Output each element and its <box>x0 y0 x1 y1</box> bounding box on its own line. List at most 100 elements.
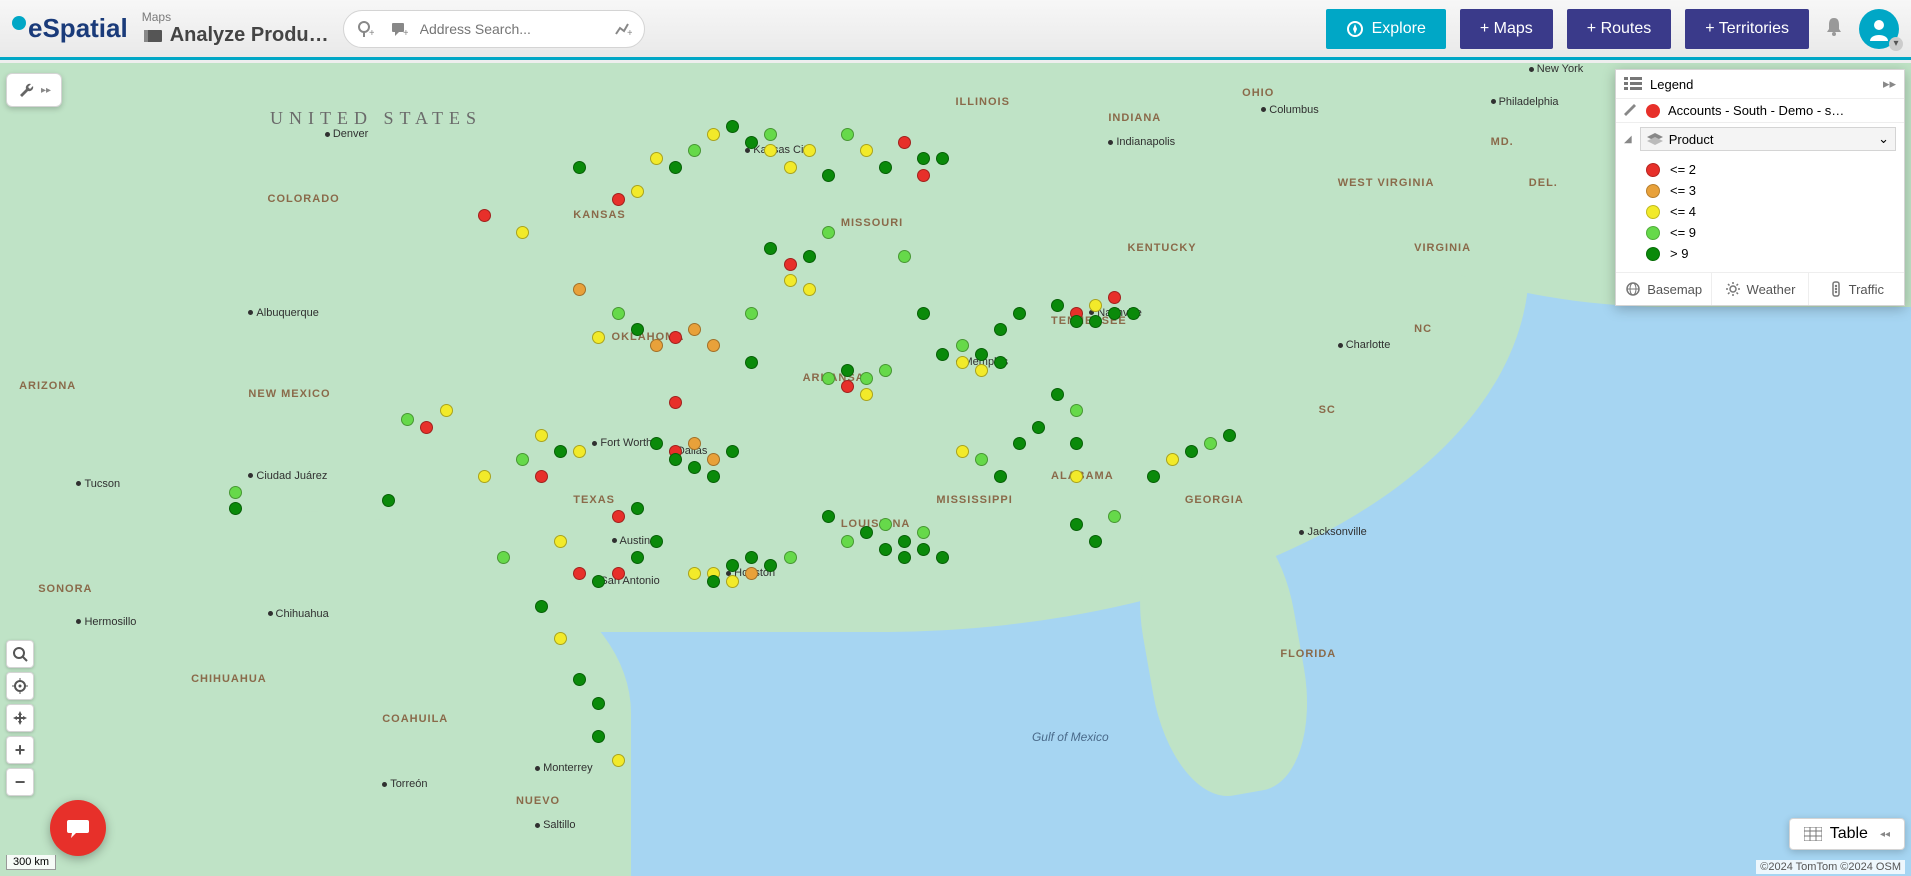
data-point[interactable] <box>822 169 835 182</box>
data-point[interactable] <box>650 437 663 450</box>
map-title[interactable]: Analyze Produ… <box>142 24 329 47</box>
chat-button[interactable] <box>50 800 106 856</box>
style-by-select[interactable]: Product ⌄ <box>1640 127 1896 151</box>
data-point[interactable] <box>1070 470 1083 483</box>
maps-button[interactable]: + Maps <box>1460 9 1553 49</box>
data-point[interactable] <box>478 209 491 222</box>
add-pin-icon[interactable]: + <box>348 14 382 44</box>
data-point[interactable] <box>440 404 453 417</box>
data-point[interactable] <box>1051 299 1064 312</box>
data-point[interactable] <box>573 161 586 174</box>
data-point[interactable] <box>956 445 969 458</box>
zoom-in-button[interactable]: + <box>6 736 34 764</box>
weather-button[interactable]: Weather <box>1712 273 1808 305</box>
data-point[interactable] <box>784 274 797 287</box>
data-point[interactable] <box>707 470 720 483</box>
legend-layer-row[interactable]: Accounts - South - Demo - s… <box>1616 99 1904 123</box>
data-point[interactable] <box>784 551 797 564</box>
territories-button[interactable]: + Territories <box>1685 9 1809 49</box>
data-point[interactable] <box>612 567 625 580</box>
legend-item[interactable]: <= 3 <box>1646 180 1904 201</box>
data-point[interactable] <box>784 161 797 174</box>
data-point[interactable] <box>879 543 892 556</box>
zoom-out-button[interactable]: − <box>6 768 34 796</box>
data-point[interactable] <box>1204 437 1217 450</box>
data-point[interactable] <box>382 494 395 507</box>
data-point[interactable] <box>1147 470 1160 483</box>
data-point[interactable] <box>898 535 911 548</box>
data-point[interactable] <box>229 486 242 499</box>
data-point[interactable] <box>612 754 625 767</box>
data-point[interactable] <box>592 730 605 743</box>
collapse-arrow-icon[interactable]: ◢ <box>1624 134 1632 145</box>
legend-item[interactable]: <= 4 <box>1646 201 1904 222</box>
data-point[interactable] <box>516 226 529 239</box>
table-button[interactable]: Table ◂◂ <box>1789 818 1905 850</box>
data-point[interactable] <box>497 551 510 564</box>
data-point[interactable] <box>650 535 663 548</box>
data-point[interactable] <box>917 169 930 182</box>
data-point[interactable] <box>745 551 758 564</box>
data-point[interactable] <box>803 250 816 263</box>
data-point[interactable] <box>1089 299 1102 312</box>
data-point[interactable] <box>975 364 988 377</box>
data-point[interactable] <box>631 551 644 564</box>
notifications-icon[interactable] <box>1823 15 1845 42</box>
data-point[interactable] <box>803 144 816 157</box>
data-point[interactable] <box>573 283 586 296</box>
data-point[interactable] <box>822 510 835 523</box>
data-point[interactable] <box>669 453 682 466</box>
data-point[interactable] <box>975 348 988 361</box>
data-point[interactable] <box>841 380 854 393</box>
data-point[interactable] <box>631 185 644 198</box>
data-point[interactable] <box>803 283 816 296</box>
data-point[interactable] <box>841 364 854 377</box>
legend-item[interactable]: <= 2 <box>1646 159 1904 180</box>
data-point[interactable] <box>917 543 930 556</box>
logo[interactable]: eSpatial <box>12 13 128 44</box>
data-point[interactable] <box>1013 307 1026 320</box>
data-point[interactable] <box>1185 445 1198 458</box>
data-point[interactable] <box>994 323 1007 336</box>
data-point[interactable] <box>669 161 682 174</box>
data-point[interactable] <box>1166 453 1179 466</box>
data-point[interactable] <box>956 339 969 352</box>
data-point[interactable] <box>688 567 701 580</box>
add-analysis-icon[interactable]: + <box>606 14 640 44</box>
data-point[interactable] <box>535 600 548 613</box>
data-point[interactable] <box>994 356 1007 369</box>
legend-item[interactable]: > 9 <box>1646 243 1904 264</box>
data-point[interactable] <box>612 307 625 320</box>
add-comment-icon[interactable]: + <box>382 14 416 44</box>
routes-button[interactable]: + Routes <box>1567 9 1671 49</box>
data-point[interactable] <box>822 226 835 239</box>
data-point[interactable] <box>1032 421 1045 434</box>
data-point[interactable] <box>994 470 1007 483</box>
data-point[interactable] <box>879 364 892 377</box>
legend-item[interactable]: <= 9 <box>1646 222 1904 243</box>
data-point[interactable] <box>1013 437 1026 450</box>
data-point[interactable] <box>612 510 625 523</box>
tools-toggle-button[interactable]: ▸▸ <box>6 73 62 107</box>
data-point[interactable] <box>860 372 873 385</box>
data-point[interactable] <box>688 437 701 450</box>
data-point[interactable] <box>631 502 644 515</box>
data-point[interactable] <box>535 429 548 442</box>
data-point[interactable] <box>612 193 625 206</box>
explore-button[interactable]: Explore <box>1326 9 1446 49</box>
data-point[interactable] <box>1089 535 1102 548</box>
breadcrumb[interactable]: Maps <box>142 10 329 24</box>
data-point[interactable] <box>936 348 949 361</box>
data-point[interactable] <box>573 673 586 686</box>
locate-button[interactable] <box>6 672 34 700</box>
map-canvas[interactable]: UNITED STATES Gulf of Mexico COLORADOKAN… <box>0 63 1911 876</box>
data-point[interactable] <box>631 323 644 336</box>
data-point[interactable] <box>535 470 548 483</box>
data-point[interactable] <box>879 161 892 174</box>
user-avatar[interactable]: ▾ <box>1859 9 1899 49</box>
basemap-button[interactable]: Basemap <box>1616 273 1712 305</box>
data-point[interactable] <box>1223 429 1236 442</box>
data-point[interactable] <box>726 120 739 133</box>
pan-button[interactable] <box>6 704 34 732</box>
data-point[interactable] <box>822 372 835 385</box>
